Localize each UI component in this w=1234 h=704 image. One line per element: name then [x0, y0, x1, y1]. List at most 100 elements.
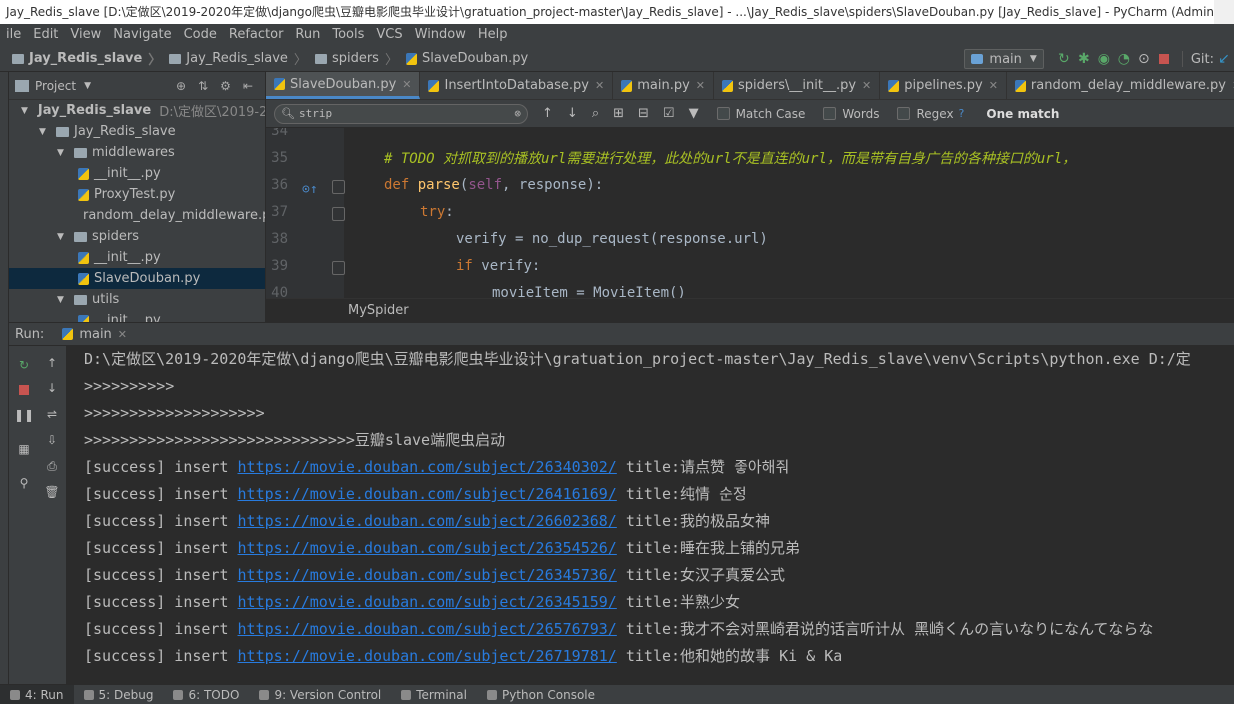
menu-item[interactable]: ile [0, 24, 27, 46]
filter-icon[interactable]: ▼ [689, 106, 699, 121]
coverage-icon[interactable]: ◉ [1094, 49, 1114, 69]
tool-window-button[interactable]: Python Console [477, 685, 605, 704]
print-icon[interactable]: ⎙ [43, 457, 61, 475]
pin-icon[interactable]: ⚲ [15, 474, 33, 492]
tree-item[interactable]: __init__.py [9, 247, 265, 268]
close-icon[interactable]: ✕ [595, 79, 604, 92]
tree-item[interactable]: SlaveDouban.py [9, 268, 265, 289]
breadcrumb-item[interactable]: spiders 〉 [307, 49, 398, 68]
expand-arrow-icon[interactable]: ▼ [39, 127, 51, 137]
tree-item[interactable]: ▼ utils [9, 289, 265, 310]
search-icon[interactable]: 🔍︎ [281, 107, 295, 120]
close-icon[interactable]: ✕ [118, 328, 127, 341]
down-arrow-icon[interactable]: ↓ [43, 379, 61, 397]
gear-icon[interactable]: ⚙ [220, 79, 231, 93]
editor-tab[interactable]: spiders\__init__.py ✕ [714, 72, 881, 99]
tree-item[interactable]: ▼ Jay_Redis_slave [9, 121, 265, 142]
pause-icon[interactable]: ❚❚ [14, 406, 34, 424]
close-icon[interactable]: ✕ [989, 79, 998, 92]
menu-item[interactable]: Navigate [107, 24, 177, 46]
tree-item[interactable]: random_delay_middleware.p [9, 205, 265, 226]
menu-item[interactable]: View [64, 24, 107, 46]
fold-marker-icon[interactable] [332, 180, 345, 194]
clear-icon[interactable]: ⊗ [514, 107, 521, 120]
fold-marker-icon[interactable] [332, 261, 345, 275]
words-checkbox[interactable]: Words [823, 107, 879, 121]
restore-layout-icon[interactable]: ▦ [15, 440, 33, 458]
expand-arrow-icon[interactable]: ▼ [57, 232, 69, 242]
tool-window-button[interactable]: 5: Debug [74, 685, 164, 704]
run-config-selector[interactable]: main ▼ [964, 49, 1044, 69]
run-tab-main[interactable]: main ✕ [62, 327, 127, 342]
next-match-icon[interactable]: ↓ [567, 106, 578, 121]
code-editor[interactable]: 34 35 # TODO 对抓取到的播放url需要进行处理，此处的url不是直连的u… [266, 128, 1234, 298]
tool-window-button[interactable]: 9: Version Control [249, 685, 391, 704]
close-icon[interactable]: ✕ [862, 79, 871, 92]
console-link[interactable]: https://movie.douban.com/subject/2660236… [238, 512, 617, 530]
menu-item[interactable]: Refactor [223, 24, 290, 46]
profile-icon[interactable]: ◔ [1114, 49, 1134, 69]
menu-item[interactable]: Run [289, 24, 326, 46]
scroll-to-end-icon[interactable]: ⇩ [43, 431, 61, 449]
git-update-icon[interactable]: ↙ [1214, 49, 1234, 69]
editor-tab[interactable]: pipelines.py ✕ [880, 72, 1007, 99]
remove-occurrence-icon[interactable]: ⊟ [638, 106, 649, 121]
find-input[interactable]: 🔍︎ strip ⊗ [274, 103, 528, 124]
fold-marker-icon[interactable] [332, 207, 345, 221]
close-icon[interactable]: ✕ [696, 79, 705, 92]
menu-item[interactable]: Edit [27, 24, 64, 46]
console-link[interactable]: https://movie.douban.com/subject/2635452… [238, 539, 617, 557]
editor-tab[interactable]: InsertIntoDatabase.py ✕ [420, 72, 614, 99]
expand-arrow-icon[interactable]: ▼ [21, 106, 28, 116]
hide-icon[interactable]: ⇤ [243, 79, 253, 93]
stop-icon[interactable] [15, 381, 33, 399]
match-case-checkbox[interactable]: Match Case [716, 107, 805, 121]
collapse-icon[interactable]: ⇅ [198, 79, 208, 93]
override-marker-icon[interactable]: ⊙↑ [302, 182, 318, 197]
debug-icon[interactable]: ✱ [1074, 49, 1094, 69]
rerun-icon[interactable]: ↻ [15, 356, 33, 374]
code-context-breadcrumb[interactable]: MySpider [266, 298, 1234, 322]
regex-checkbox[interactable]: Regex? [897, 107, 964, 121]
attach-icon[interactable]: ⊙ [1134, 49, 1154, 69]
tree-item[interactable]: ProxyTest.py [9, 184, 265, 205]
tool-window-button[interactable]: 6: TODO [163, 685, 249, 704]
menu-item[interactable]: Tools [326, 24, 370, 46]
editor-tab[interactable]: random_delay_middleware.py✕ [1007, 72, 1234, 99]
trash-icon[interactable]: 🗑︎ [43, 483, 61, 501]
expand-arrow-icon[interactable]: ▼ [57, 295, 69, 305]
find-all-icon[interactable]: ⌕ [592, 106, 599, 121]
window-controls[interactable] [1214, 0, 1234, 24]
menu-item[interactable]: VCS [370, 24, 408, 46]
tree-item[interactable]: __init__.py [9, 163, 265, 184]
tree-item[interactable]: __init__.py [9, 310, 265, 322]
console-link[interactable]: https://movie.douban.com/subject/2657679… [238, 620, 617, 638]
console-output[interactable]: D:\定做区\2019-2020年定做\django爬虫\豆瓣电影爬虫毕业设计\… [67, 346, 1234, 684]
menu-item[interactable]: Window [409, 24, 472, 46]
add-occurrence-icon[interactable]: ⊞ [613, 106, 624, 121]
console-link[interactable]: https://movie.douban.com/subject/2641616… [238, 485, 617, 503]
tool-window-button[interactable]: Terminal [391, 685, 477, 704]
rerun-icon[interactable]: ↻ [1054, 49, 1074, 69]
chevron-down-icon[interactable]: ▼ [84, 81, 91, 91]
stop-icon[interactable] [1154, 49, 1174, 69]
up-arrow-icon[interactable]: ↑ [43, 354, 61, 372]
tree-item[interactable]: ▼ Jay_Redis_slave D:\定做区\2019-2020 [9, 100, 265, 121]
console-link[interactable]: https://movie.douban.com/subject/2634573… [238, 566, 617, 584]
soft-wrap-icon[interactable]: ⇌ [43, 405, 61, 423]
select-all-occurrences-icon[interactable]: ☑ [663, 106, 675, 121]
console-link[interactable]: https://movie.douban.com/subject/2634515… [238, 593, 617, 611]
project-view-selector[interactable]: Project [35, 79, 76, 93]
regex-help-icon[interactable]: ? [959, 107, 965, 120]
close-icon[interactable]: ✕ [402, 78, 411, 91]
console-link[interactable]: https://movie.douban.com/subject/2634030… [238, 458, 617, 476]
breadcrumb-item[interactable]: SlaveDouban.py [398, 51, 528, 66]
tool-window-button[interactable]: 4: Run [0, 684, 74, 704]
menu-item[interactable]: Help [472, 24, 514, 46]
locate-icon[interactable]: ⊕ [176, 79, 186, 93]
previous-match-icon[interactable]: ↑ [542, 106, 553, 121]
editor-tab[interactable]: SlaveDouban.py ✕ [266, 72, 421, 99]
breadcrumb-item[interactable]: Jay_Redis_slave 〉 [161, 49, 307, 68]
console-link[interactable]: https://movie.douban.com/subject/2671978… [238, 647, 617, 665]
editor-tab[interactable]: main.py ✕ [613, 72, 715, 99]
